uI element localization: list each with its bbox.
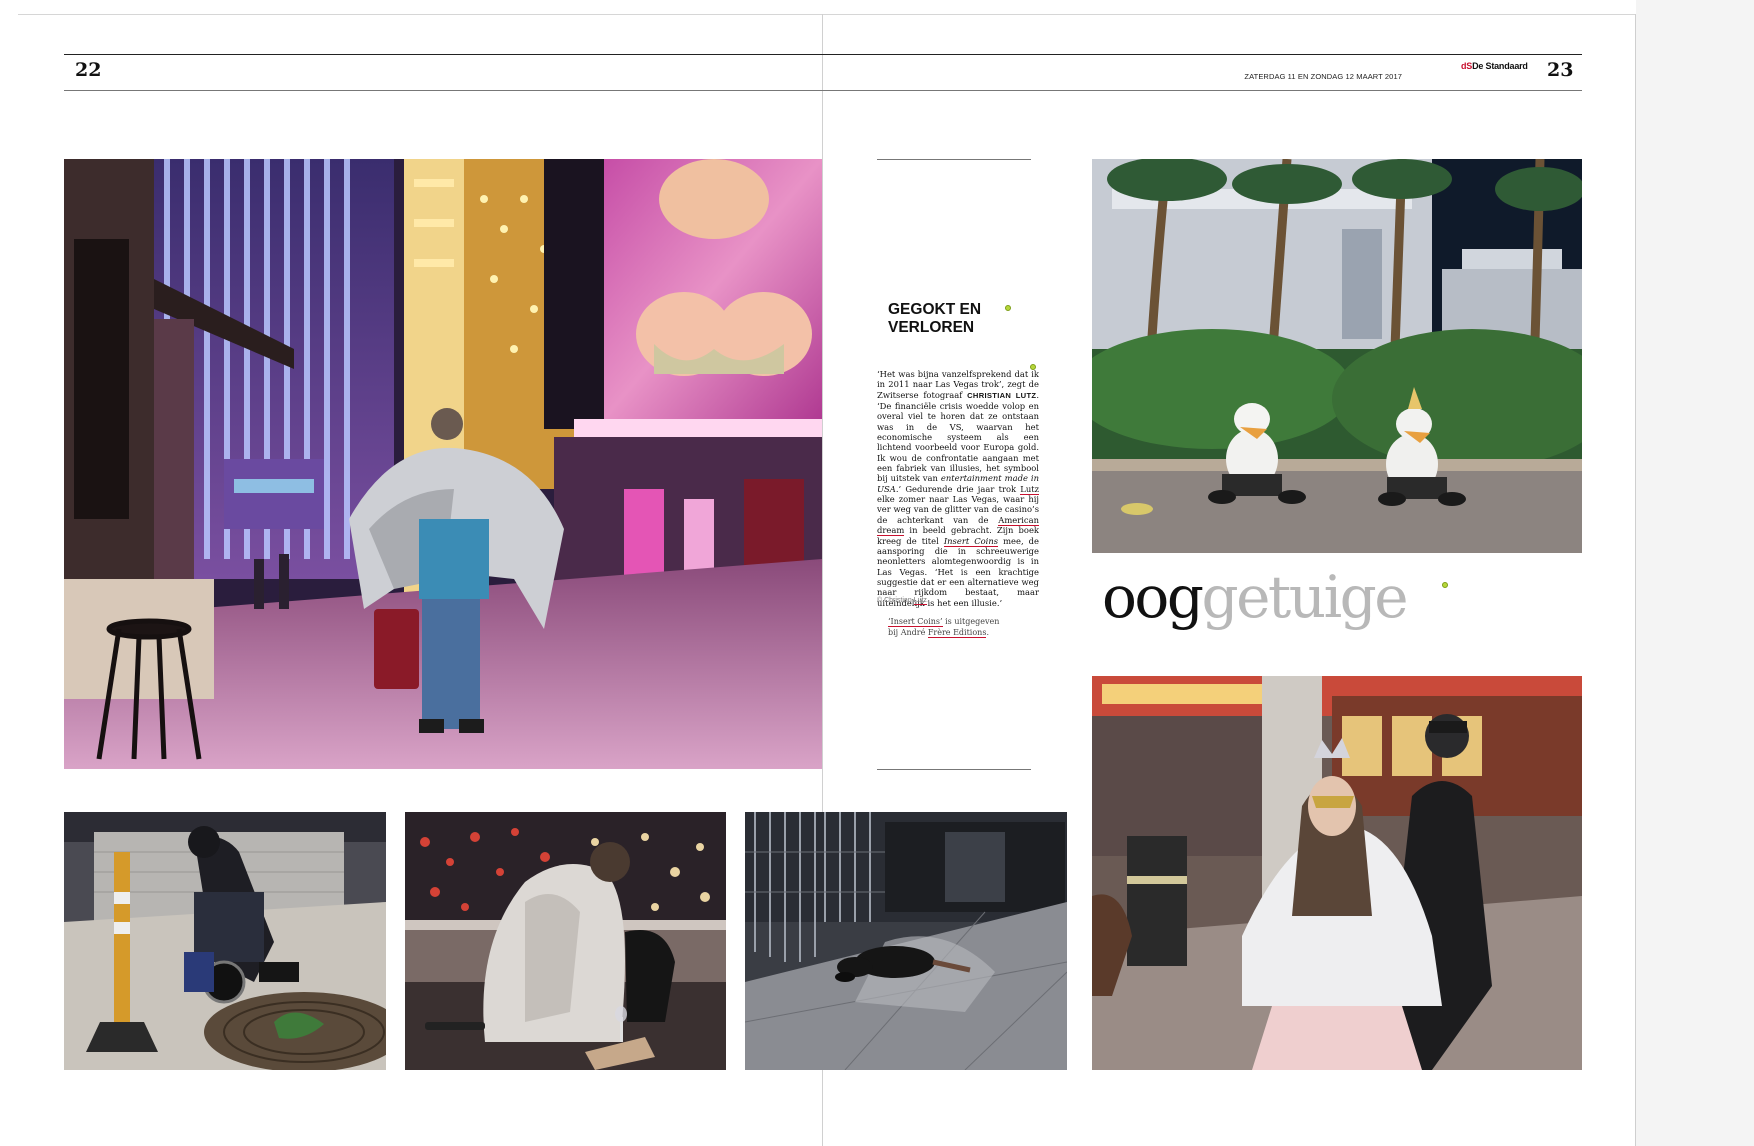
headline-line-1: GEGOKT EN bbox=[888, 301, 982, 318]
marker-dot bbox=[1442, 582, 1448, 588]
pubnote-text: bij André bbox=[888, 627, 928, 637]
masthead-logo: dSDe Standaard bbox=[1461, 61, 1528, 71]
credit-prefix: © Christian bbox=[877, 597, 914, 604]
newspaper-spread: 22 dSDe Standaard ZATERDAG 11 EN ZONDAG … bbox=[0, 0, 1636, 1146]
body-text-run: .’ Gedurende drie jaar trok bbox=[895, 483, 1021, 494]
photo-main-fremont-street bbox=[64, 159, 822, 769]
photo-credit: © Christian Lutz bbox=[877, 597, 927, 605]
column-bottom-rule bbox=[877, 769, 1031, 770]
photo-duck-costumes bbox=[1092, 159, 1582, 553]
photo-blanket-bridge bbox=[405, 812, 726, 1070]
masthead-name: De Standaard bbox=[1472, 61, 1528, 71]
sheet-top-edge bbox=[18, 14, 1636, 15]
rubric-part-1: oog bbox=[1102, 563, 1204, 631]
pubnote-text: . bbox=[986, 627, 989, 637]
column-top-rule bbox=[877, 159, 1031, 160]
pubnote-publisher-link[interactable]: Frère Editions bbox=[927, 627, 987, 638]
page-number-right: 23 bbox=[1547, 59, 1574, 81]
photographer-name: CHRISTIAN LUTZ bbox=[967, 390, 1037, 400]
header-top-rule bbox=[64, 54, 1582, 55]
publication-note: ‘Insert Coins’ is uitgegeven bij André F… bbox=[888, 617, 1038, 638]
header-bottom-rule bbox=[64, 90, 1582, 91]
link-insert-coins[interactable]: Insert Coins bbox=[943, 535, 999, 547]
marker-dot bbox=[1005, 305, 1011, 311]
article-body: ‘Het was bijna vanzelfsprekend dat ik in… bbox=[877, 369, 1039, 608]
pubnote-book-link[interactable]: ‘Insert Coins’ bbox=[888, 617, 943, 627]
headline-line-2: VERLOREN bbox=[888, 319, 975, 336]
pubnote-line-1: ‘Insert Coins’ is uitgegeven bbox=[888, 617, 1038, 628]
photo-masked-woman bbox=[1092, 676, 1582, 1070]
photo-lying-pavement bbox=[745, 812, 1067, 1070]
dateline: ZATERDAG 11 EN ZONDAG 12 MAART 2017 bbox=[1244, 72, 1402, 81]
pubnote-line-2: bij André Frère Editions. bbox=[888, 627, 1038, 639]
photo-wheelchair bbox=[64, 812, 386, 1070]
credit-name-link[interactable]: Lutz bbox=[913, 597, 927, 605]
pubnote-text: is uitgegeven bbox=[942, 617, 1000, 626]
body-text-run: . ‘De financiële crisis woedde volop en … bbox=[877, 389, 1039, 484]
masthead-mark: dS bbox=[1461, 61, 1473, 71]
link-lutz[interactable]: Lutz bbox=[1020, 483, 1039, 495]
sheet-right-edge bbox=[1635, 14, 1636, 1146]
article-headline: GEGOKT EN VERLOREN bbox=[888, 301, 1038, 337]
rubric-ooggetuige: ooggetuige bbox=[1102, 568, 1409, 626]
rubric-part-2: getuige bbox=[1201, 563, 1408, 631]
page-number-left: 22 bbox=[75, 59, 102, 81]
